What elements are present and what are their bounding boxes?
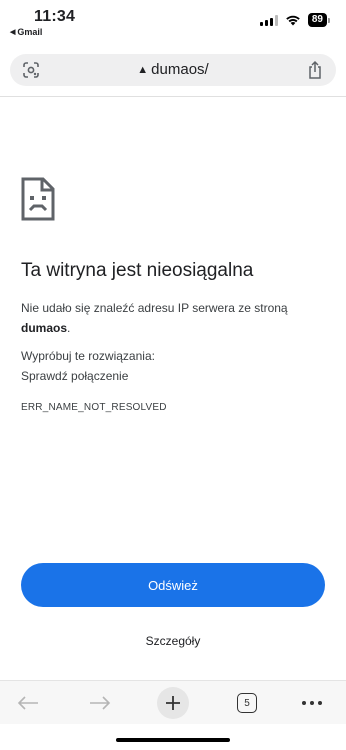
- error-line1: Nie udało się znaleźć adresu IP serwera …: [21, 301, 288, 315]
- suggestion-check-connection: Sprawdź połączenie: [21, 369, 129, 383]
- home-indicator[interactable]: [116, 738, 230, 742]
- more-menu-icon: [302, 701, 322, 705]
- tab-switcher-icon: 5: [237, 693, 257, 713]
- new-tab-plus-icon: [166, 696, 180, 710]
- url-display[interactable]: ▲ dumaos/: [10, 61, 336, 78]
- url-text: dumaos/: [151, 61, 209, 78]
- more-menu-button[interactable]: [298, 689, 326, 717]
- share-icon[interactable]: [306, 60, 324, 80]
- error-host-suffix: .: [67, 321, 71, 335]
- forward-arrow-icon: [90, 696, 111, 710]
- cellular-signal-icon: [259, 14, 278, 26]
- back-triangle-icon: ◀: [10, 29, 16, 36]
- back-button[interactable]: [14, 689, 42, 717]
- status-time: 11:34: [34, 8, 76, 25]
- forward-button[interactable]: [86, 689, 114, 717]
- address-bar[interactable]: ▲ dumaos/: [10, 54, 336, 86]
- try-label: Wypróbuj te rozwiązania:: [21, 349, 155, 363]
- battery-icon: 89: [307, 13, 330, 27]
- status-indicators: 89: [259, 13, 330, 27]
- error-host: dumaos: [21, 321, 68, 335]
- reload-button[interactable]: Odśwież: [21, 563, 325, 607]
- status-bar: 11:34 ◀ Gmail 89: [0, 0, 346, 44]
- back-arrow-icon: [17, 696, 38, 710]
- back-to-app-link[interactable]: ◀ Gmail: [10, 27, 42, 37]
- battery-level: 89: [307, 13, 327, 27]
- sad-document-icon: [21, 177, 55, 221]
- not-secure-warning-icon[interactable]: ▲: [137, 64, 148, 76]
- bottom-toolbar: 5: [0, 680, 346, 724]
- new-tab-button[interactable]: [157, 687, 189, 719]
- address-bar-divider: [0, 96, 346, 97]
- error-title: Ta witryna jest nieosiągalna: [21, 260, 254, 281]
- tab-switcher-button[interactable]: 5: [233, 689, 261, 717]
- error-code: ERR_NAME_NOT_RESOLVED: [21, 402, 167, 413]
- wifi-icon: [286, 15, 300, 26]
- details-button[interactable]: Szczegóły: [0, 634, 346, 648]
- back-app-label: Gmail: [17, 27, 43, 37]
- error-description: Nie udało się znaleźć adresu IP serwera …: [21, 298, 331, 338]
